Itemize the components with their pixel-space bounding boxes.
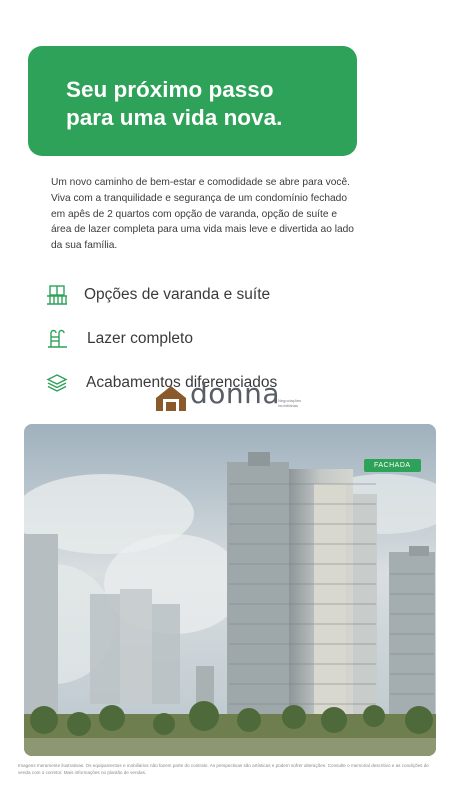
feature-item-leisure: Lazer completo [46,327,336,353]
feature-item-balcony: Opções de varanda e suíte [46,283,336,309]
building-illustration [24,424,436,756]
feature-label: Opções de varanda e suíte [84,286,271,303]
legal-disclaimer: Imagens meramente ilustrativas. Os equip… [18,763,429,775]
hero-title: Seu próximo passo para uma vida nova. [66,77,283,130]
intro-paragraph: Um novo caminho de bem-estar e comodidad… [51,177,354,252]
layers-icon [46,372,68,394]
logo-tagline: Negociações imobiliárias [278,398,302,408]
house-icon [156,386,186,411]
fachada-tag: FACHADA [364,459,421,472]
balcony-icon [46,284,68,306]
pool-ladder-icon [46,328,68,350]
donna-logo: donna Negociações imobiliárias [154,377,314,413]
logo-wordmark: donna [190,377,281,410]
hero-card: Seu próximo passo para uma vida nova. [28,46,357,156]
feature-label: Lazer completo [87,330,193,347]
building-rendering-image: FACHADA [24,424,436,756]
